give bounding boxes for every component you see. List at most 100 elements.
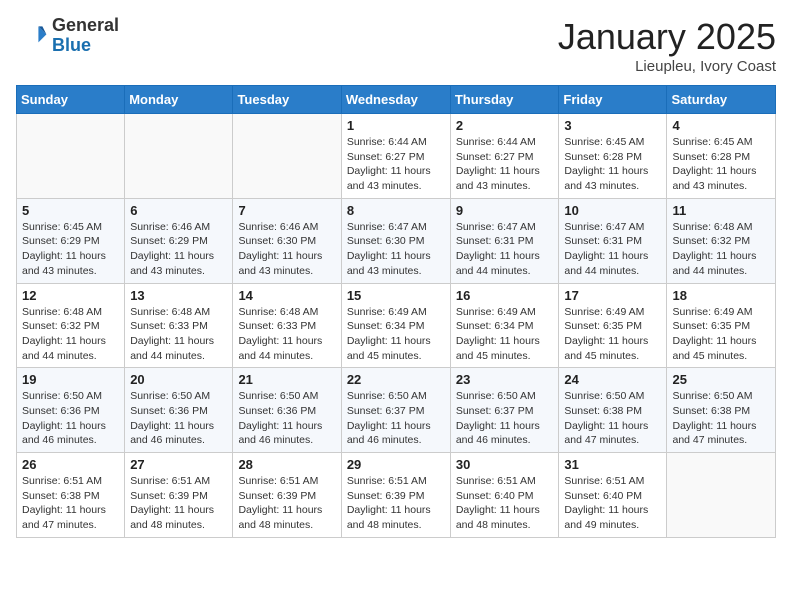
day-number: 7: [238, 203, 335, 218]
calendar-cell: 22 Sunrise: 6:50 AMSunset: 6:37 PMDayligh…: [341, 368, 450, 453]
day-number: 13: [130, 288, 227, 303]
calendar-cell: 23 Sunrise: 6:50 AMSunset: 6:37 PMDayligh…: [450, 368, 559, 453]
day-number: 29: [347, 457, 445, 472]
calendar-cell: 19 Sunrise: 6:50 AMSunset: 6:36 PMDayligh…: [17, 368, 125, 453]
day-number: 4: [672, 118, 770, 133]
weekday-header: Monday: [125, 86, 233, 114]
month-title: January 2025: [558, 16, 776, 58]
day-info: Sunrise: 6:47 AMSunset: 6:31 PMDaylight:…: [564, 220, 661, 279]
calendar: SundayMondayTuesdayWednesdayThursdayFrid…: [16, 85, 776, 538]
day-info: Sunrise: 6:48 AMSunset: 6:32 PMDaylight:…: [672, 220, 770, 279]
day-number: 8: [347, 203, 445, 218]
day-info: Sunrise: 6:51 AMSunset: 6:40 PMDaylight:…: [564, 474, 661, 533]
day-number: 14: [238, 288, 335, 303]
day-number: 30: [456, 457, 554, 472]
day-info: Sunrise: 6:49 AMSunset: 6:35 PMDaylight:…: [672, 305, 770, 364]
calendar-cell: [667, 453, 776, 538]
day-info: Sunrise: 6:50 AMSunset: 6:38 PMDaylight:…: [672, 389, 770, 448]
weekday-header: Tuesday: [233, 86, 341, 114]
day-info: Sunrise: 6:50 AMSunset: 6:36 PMDaylight:…: [238, 389, 335, 448]
day-info: Sunrise: 6:51 AMSunset: 6:40 PMDaylight:…: [456, 474, 554, 533]
calendar-cell: 5 Sunrise: 6:45 AMSunset: 6:29 PMDaylight…: [17, 198, 125, 283]
day-info: Sunrise: 6:50 AMSunset: 6:36 PMDaylight:…: [130, 389, 227, 448]
day-number: 10: [564, 203, 661, 218]
day-number: 11: [672, 203, 770, 218]
day-number: 17: [564, 288, 661, 303]
calendar-week-row: 5 Sunrise: 6:45 AMSunset: 6:29 PMDaylight…: [17, 198, 776, 283]
day-info: Sunrise: 6:47 AMSunset: 6:30 PMDaylight:…: [347, 220, 445, 279]
day-number: 19: [22, 372, 119, 387]
day-info: Sunrise: 6:44 AMSunset: 6:27 PMDaylight:…: [347, 135, 445, 194]
day-info: Sunrise: 6:44 AMSunset: 6:27 PMDaylight:…: [456, 135, 554, 194]
day-number: 31: [564, 457, 661, 472]
logo-icon: [16, 20, 48, 52]
calendar-cell: 3 Sunrise: 6:45 AMSunset: 6:28 PMDaylight…: [559, 114, 667, 199]
calendar-cell: [233, 114, 341, 199]
calendar-cell: 21 Sunrise: 6:50 AMSunset: 6:36 PMDayligh…: [233, 368, 341, 453]
calendar-cell: 7 Sunrise: 6:46 AMSunset: 6:30 PMDaylight…: [233, 198, 341, 283]
day-number: 24: [564, 372, 661, 387]
calendar-cell: 29 Sunrise: 6:51 AMSunset: 6:39 PMDayligh…: [341, 453, 450, 538]
calendar-cell: 8 Sunrise: 6:47 AMSunset: 6:30 PMDaylight…: [341, 198, 450, 283]
day-info: Sunrise: 6:49 AMSunset: 6:34 PMDaylight:…: [456, 305, 554, 364]
day-info: Sunrise: 6:48 AMSunset: 6:32 PMDaylight:…: [22, 305, 119, 364]
day-info: Sunrise: 6:50 AMSunset: 6:37 PMDaylight:…: [347, 389, 445, 448]
day-info: Sunrise: 6:46 AMSunset: 6:30 PMDaylight:…: [238, 220, 335, 279]
calendar-cell: 17 Sunrise: 6:49 AMSunset: 6:35 PMDayligh…: [559, 283, 667, 368]
calendar-cell: 1 Sunrise: 6:44 AMSunset: 6:27 PMDaylight…: [341, 114, 450, 199]
calendar-cell: [125, 114, 233, 199]
calendar-cell: 4 Sunrise: 6:45 AMSunset: 6:28 PMDaylight…: [667, 114, 776, 199]
calendar-cell: 9Sunrise: 6:47 AMSunset: 6:31 PMDaylight…: [450, 198, 559, 283]
calendar-cell: 25 Sunrise: 6:50 AMSunset: 6:38 PMDayligh…: [667, 368, 776, 453]
calendar-cell: 18 Sunrise: 6:49 AMSunset: 6:35 PMDayligh…: [667, 283, 776, 368]
day-info: Sunrise: 6:51 AMSunset: 6:39 PMDaylight:…: [347, 474, 445, 533]
logo-text: General Blue: [52, 16, 119, 56]
page-header: General Blue January 2025 Lieupleu, Ivor…: [16, 16, 776, 75]
calendar-cell: 14 Sunrise: 6:48 AMSunset: 6:33 PMDayligh…: [233, 283, 341, 368]
day-info: Sunrise: 6:47 AMSunset: 6:31 PMDaylight:…: [456, 220, 554, 279]
day-number: 21: [238, 372, 335, 387]
day-number: 27: [130, 457, 227, 472]
day-info: Sunrise: 6:51 AMSunset: 6:39 PMDaylight:…: [130, 474, 227, 533]
day-number: 18: [672, 288, 770, 303]
day-info: Sunrise: 6:49 AMSunset: 6:35 PMDaylight:…: [564, 305, 661, 364]
day-number: 28: [238, 457, 335, 472]
calendar-week-row: 26Sunrise: 6:51 AMSunset: 6:38 PMDayligh…: [17, 453, 776, 538]
day-number: 12: [22, 288, 119, 303]
calendar-cell: 31 Sunrise: 6:51 AMSunset: 6:40 PMDayligh…: [559, 453, 667, 538]
day-number: 6: [130, 203, 227, 218]
calendar-cell: 28 Sunrise: 6:51 AMSunset: 6:39 PMDayligh…: [233, 453, 341, 538]
day-info: Sunrise: 6:51 AMSunset: 6:39 PMDaylight:…: [238, 474, 335, 533]
day-number: 2: [456, 118, 554, 133]
day-info: Sunrise: 6:50 AMSunset: 6:36 PMDaylight:…: [22, 389, 119, 448]
day-info: Sunrise: 6:51 AMSunset: 6:38 PMDaylight:…: [22, 474, 119, 533]
calendar-cell: 6Sunrise: 6:46 AMSunset: 6:29 PMDaylight…: [125, 198, 233, 283]
calendar-cell: [17, 114, 125, 199]
weekday-row: SundayMondayTuesdayWednesdayThursdayFrid…: [17, 86, 776, 114]
calendar-cell: 11 Sunrise: 6:48 AMSunset: 6:32 PMDayligh…: [667, 198, 776, 283]
weekday-header: Friday: [559, 86, 667, 114]
day-number: 20: [130, 372, 227, 387]
day-info: Sunrise: 6:45 AMSunset: 6:28 PMDaylight:…: [672, 135, 770, 194]
day-number: 5: [22, 203, 119, 218]
day-number: 3: [564, 118, 661, 133]
weekday-header: Sunday: [17, 86, 125, 114]
day-info: Sunrise: 6:45 AMSunset: 6:29 PMDaylight:…: [22, 220, 119, 279]
day-number: 25: [672, 372, 770, 387]
weekday-header: Saturday: [667, 86, 776, 114]
logo-general: General: [52, 15, 119, 35]
calendar-cell: 27 Sunrise: 6:51 AMSunset: 6:39 PMDayligh…: [125, 453, 233, 538]
title-block: January 2025 Lieupleu, Ivory Coast: [558, 16, 776, 75]
weekday-header: Thursday: [450, 86, 559, 114]
day-info: Sunrise: 6:45 AMSunset: 6:28 PMDaylight:…: [564, 135, 661, 194]
calendar-week-row: 1 Sunrise: 6:44 AMSunset: 6:27 PMDaylight…: [17, 114, 776, 199]
day-number: 1: [347, 118, 445, 133]
day-number: 22: [347, 372, 445, 387]
weekday-header: Wednesday: [341, 86, 450, 114]
day-info: Sunrise: 6:48 AMSunset: 6:33 PMDaylight:…: [238, 305, 335, 364]
day-number: 23: [456, 372, 554, 387]
calendar-cell: 10 Sunrise: 6:47 AMSunset: 6:31 PMDayligh…: [559, 198, 667, 283]
calendar-cell: 20 Sunrise: 6:50 AMSunset: 6:36 PMDayligh…: [125, 368, 233, 453]
day-number: 16: [456, 288, 554, 303]
day-info: Sunrise: 6:50 AMSunset: 6:37 PMDaylight:…: [456, 389, 554, 448]
